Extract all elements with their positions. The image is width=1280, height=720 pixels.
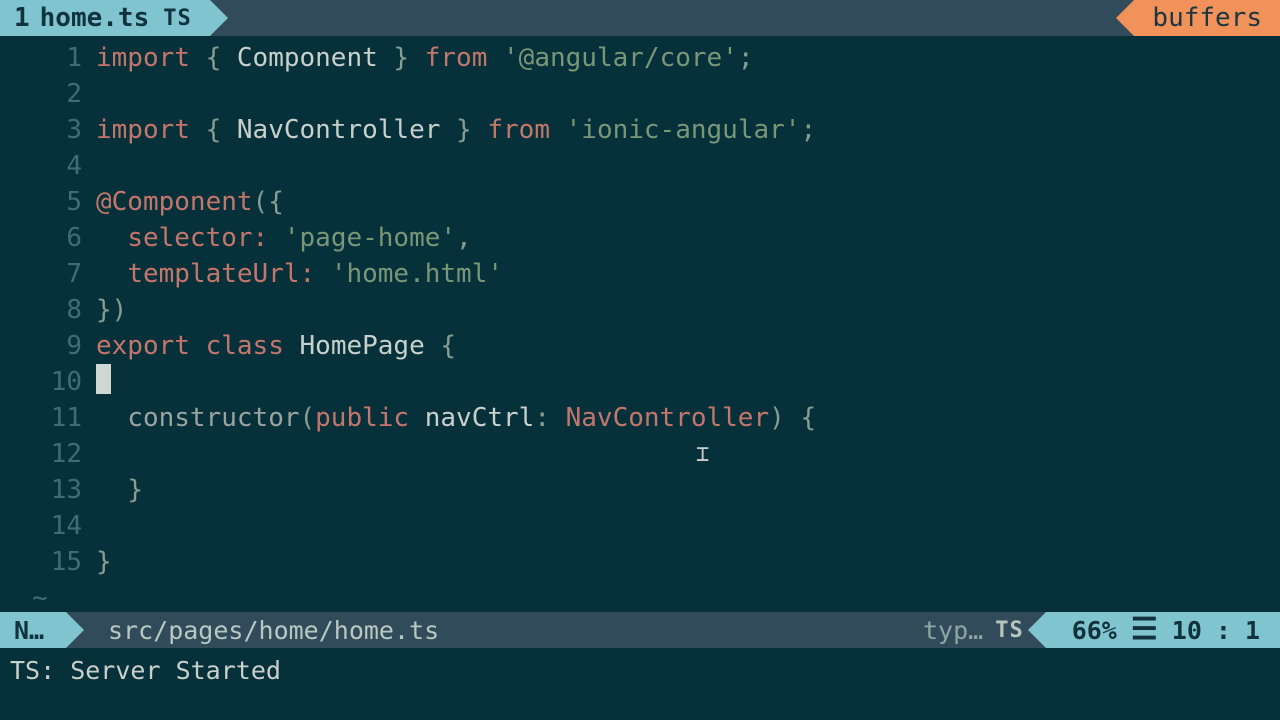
- mode-indicator: N…: [0, 612, 66, 648]
- end-of-buffer-tilde: ~: [0, 580, 48, 616]
- line-number: 6: [0, 220, 96, 256]
- tab-filetype: TS: [163, 6, 192, 31]
- position-segment: 66% ☰ 10: 1: [1046, 612, 1280, 648]
- buffers-button[interactable]: buffers: [1134, 0, 1280, 36]
- code-line: templateUrl: 'home.html': [96, 256, 503, 292]
- line-number: 9: [0, 328, 96, 364]
- code-line: [96, 364, 111, 400]
- line-number: 2: [0, 76, 96, 112]
- cursor: [96, 364, 111, 394]
- file-path: src/pages/home/home.ts: [66, 612, 439, 648]
- code-line: constructor(public navCtrl: NavControlle…: [96, 400, 816, 436]
- tabline: 1 home.ts TS buffers: [0, 0, 1280, 36]
- line-number: 3: [0, 112, 96, 148]
- cursor-line: 10: [1172, 616, 1202, 645]
- line-number: 8: [0, 292, 96, 328]
- code-line: export class HomePage {: [96, 328, 456, 364]
- percent-through-file: 66%: [1072, 616, 1117, 645]
- tab-current[interactable]: 1 home.ts TS: [0, 0, 210, 36]
- buffers-label: buffers: [1152, 3, 1262, 33]
- editor-area[interactable]: 1 import { Component } from '@angular/co…: [0, 36, 1280, 612]
- line-number: 4: [0, 148, 96, 184]
- message-line: TS: Server Started: [0, 648, 1280, 720]
- code-line: @Component({: [96, 184, 284, 220]
- statusline: N… src/pages/home/home.ts typ… TS 66% ☰ …: [0, 612, 1280, 648]
- line-number: 5: [0, 184, 96, 220]
- line-number: 12: [0, 436, 96, 472]
- hamburger-icon: ☰: [1131, 615, 1158, 645]
- line-number: 1: [0, 40, 96, 76]
- code-line: }: [96, 472, 143, 508]
- tab-number: 1: [14, 3, 30, 33]
- line-number: 11: [0, 400, 96, 436]
- cursor-col: 1: [1245, 616, 1260, 645]
- line-number: 7: [0, 256, 96, 292]
- code-line: import { NavController } from 'ionic-ang…: [96, 112, 816, 148]
- filetype-segment: typ… TS: [905, 612, 1046, 648]
- line-number: 15: [0, 544, 96, 580]
- code-line: selector: 'page-home',: [96, 220, 472, 256]
- code-line: }): [96, 292, 127, 328]
- line-number: 10: [0, 364, 96, 400]
- code-line: }: [96, 544, 112, 580]
- tab-filename: home.ts: [40, 3, 150, 33]
- line-number: 13: [0, 472, 96, 508]
- code-line: import { Component } from '@angular/core…: [96, 40, 754, 76]
- line-number: 14: [0, 508, 96, 544]
